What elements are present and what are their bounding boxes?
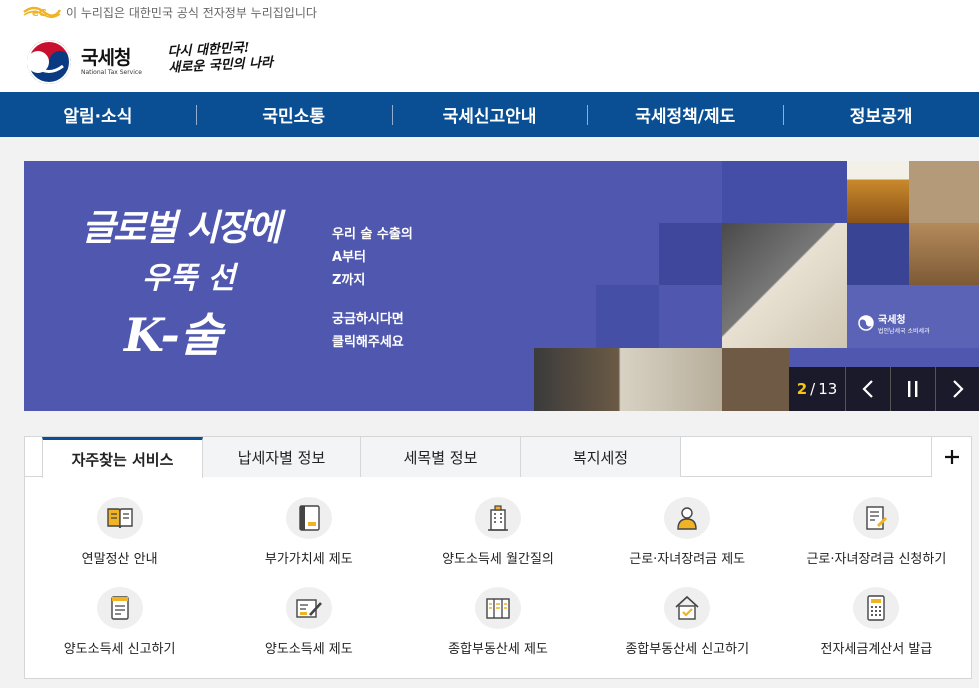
service-item-transfer-filing[interactable]: 양도소득세 신고하기 <box>25 567 214 657</box>
logo-subtitle: National Tax Service <box>81 69 142 76</box>
nav-item-communication[interactable]: 국민소통 <box>195 92 392 137</box>
collage-tile <box>847 223 909 285</box>
tab-tax-item-info[interactable]: 세목별 정보 <box>361 437 521 477</box>
service-item-property-filing[interactable]: 종합부동산세 신고하기 <box>593 567 782 657</box>
book-icon <box>106 508 133 529</box>
nav-item-disclosure[interactable]: 정보공개 <box>783 92 979 137</box>
service-item-earned-income-apply[interactable]: 근로·자녀장려금 신청하기 <box>782 477 971 567</box>
banner-calligraphy: 글로벌 시장에 우뚝 선 K-술 <box>82 199 292 365</box>
more-button[interactable] <box>931 437 971 477</box>
chevron-left-icon <box>862 380 873 398</box>
logo-title: 국세청 <box>81 47 131 69</box>
collage-tile <box>722 161 847 223</box>
service-label: 전자세금계산서 발급 <box>820 642 933 657</box>
form-edit-icon <box>866 506 888 530</box>
banner-copy-line: 우리 술 수출의 <box>332 227 413 242</box>
service-label: 종합부동산세 제도 <box>448 642 548 657</box>
banner-copy-line: 궁금하시다면 <box>332 312 404 327</box>
service-grid: 연말정산 안내 부가가치세 제도 양도소득세 월간질의 근로·자녀장려금 제도 <box>25 477 971 657</box>
tab-frequent-services[interactable]: 자주찾는 서비스 <box>42 437 203 478</box>
service-item-year-end[interactable]: 연말정산 안내 <box>25 477 214 567</box>
nts-logo[interactable]: 국세청 National Tax Service <box>26 39 142 85</box>
table-photo-tile <box>534 348 722 411</box>
service-label: 근로·자녀장려금 신청하기 <box>806 552 947 567</box>
service-item-vat[interactable]: 부가가치세 제도 <box>214 477 403 567</box>
slide-separator: / <box>810 380 816 398</box>
slide-total: 13 <box>818 380 838 398</box>
banner-controls: 2 / 13 <box>789 367 979 411</box>
calligraphy-line-2: 우뚝 선 <box>142 261 236 296</box>
slide-counter: 2 / 13 <box>789 367 845 411</box>
plus-icon <box>944 450 959 464</box>
document-icon <box>110 596 129 620</box>
collage-tile <box>596 285 659 348</box>
taegeuk-emblem-icon <box>27 40 71 84</box>
binder-icon <box>299 505 320 531</box>
service-label: 부가가치세 제도 <box>264 552 353 567</box>
slogan: 다시 대한민국! 새로운 국민의 나라 <box>167 39 279 77</box>
main-navigation: 알림·소식 국민소통 국세신고안내 국세정책/제도 정보공개 <box>0 92 979 137</box>
house-check-icon <box>675 595 699 620</box>
service-item-transfer-system[interactable]: 양도소득세 제도 <box>214 567 403 657</box>
collage-tile <box>722 348 789 411</box>
calligraphy-line-1: 글로벌 시장에 <box>82 207 281 249</box>
calculator-icon <box>867 595 886 621</box>
nav-item-tax-filing[interactable]: 국세신고안내 <box>391 92 588 137</box>
service-item-transfer-monthly[interactable]: 양도소득세 월간질의 <box>403 477 592 567</box>
pause-slide-button[interactable] <box>890 367 935 411</box>
banner-nts-badge: 국세청 법인납세국 소비세과 <box>858 311 930 335</box>
pen-card-icon <box>296 599 322 618</box>
gov-notice-text: 이 누리집은 대한민국 공식 전자정부 누리집입니다 <box>66 5 317 20</box>
service-label: 양도소득세 월간질의 <box>442 552 554 567</box>
service-label: 연말정산 안내 <box>81 552 158 567</box>
banner-copy: 우리 술 수출의 A부터 Z까지 궁금하시다면 클릭해주세요 <box>332 223 413 354</box>
badge-subtitle: 법인납세국 소비세과 <box>878 328 930 335</box>
calligraphy-line-3: K-술 <box>124 308 223 362</box>
banner-copy-line: 클릭해주세요 <box>332 335 404 350</box>
service-item-e-invoice[interactable]: 전자세금계산서 발급 <box>782 567 971 657</box>
taegeuk-small-icon <box>858 315 874 331</box>
service-label: 양도소득세 신고하기 <box>63 642 176 657</box>
svg-text:eG: eG <box>32 8 47 19</box>
nav-item-news[interactable]: 알림·소식 <box>0 92 196 137</box>
service-panel: 자주찾는 서비스 납세자별 정보 세목별 정보 복지세정 연말정산 안내 부가가… <box>24 436 972 679</box>
banner-copy-line: Z까지 <box>332 273 366 288</box>
prev-slide-button[interactable] <box>845 367 890 411</box>
service-item-earned-income-credit[interactable]: 근로·자녀장려금 제도 <box>593 477 782 567</box>
tab-taxpayer-info[interactable]: 납세자별 정보 <box>203 437 361 477</box>
person-icon <box>677 507 697 530</box>
next-slide-button[interactable] <box>935 367 979 411</box>
promo-banner[interactable]: 글로벌 시장에 우뚝 선 K-술 우리 술 수출의 A부터 Z까지 궁금하시다면… <box>24 161 979 411</box>
ledger-icon <box>486 598 510 619</box>
tab-welfare-tax[interactable]: 복지세정 <box>521 437 681 477</box>
service-label: 종합부동산세 신고하기 <box>625 642 750 657</box>
glass-photo-tile <box>909 223 979 285</box>
site-header: 국세청 National Tax Service 다시 대한민국! 새로운 국민… <box>0 24 979 92</box>
beer-photo-tile <box>847 161 909 223</box>
gov-notice-bar: eG 이 누리집은 대한민국 공식 전자정부 누리집입니다 <box>0 0 979 24</box>
service-tabs: 자주찾는 서비스 납세자별 정보 세목별 정보 복지세정 <box>25 437 971 478</box>
service-item-property-system[interactable]: 종합부동산세 제도 <box>403 567 592 657</box>
service-label: 근로·자녀장려금 제도 <box>629 552 746 567</box>
badge-title: 국세청 <box>878 315 906 326</box>
banner-copy-line: A부터 <box>332 250 366 265</box>
collage-tile <box>659 223 722 285</box>
nav-item-tax-policy[interactable]: 국세정책/제도 <box>587 92 783 137</box>
chevron-right-icon <box>953 380 964 398</box>
bottle-photo-tile <box>722 223 847 348</box>
eg-emblem-icon: eG <box>23 6 62 19</box>
slide-current: 2 <box>796 380 808 398</box>
collage-tile <box>909 161 979 223</box>
service-label: 양도소득세 제도 <box>264 642 353 657</box>
building-icon <box>487 505 508 531</box>
pause-icon <box>908 381 918 397</box>
